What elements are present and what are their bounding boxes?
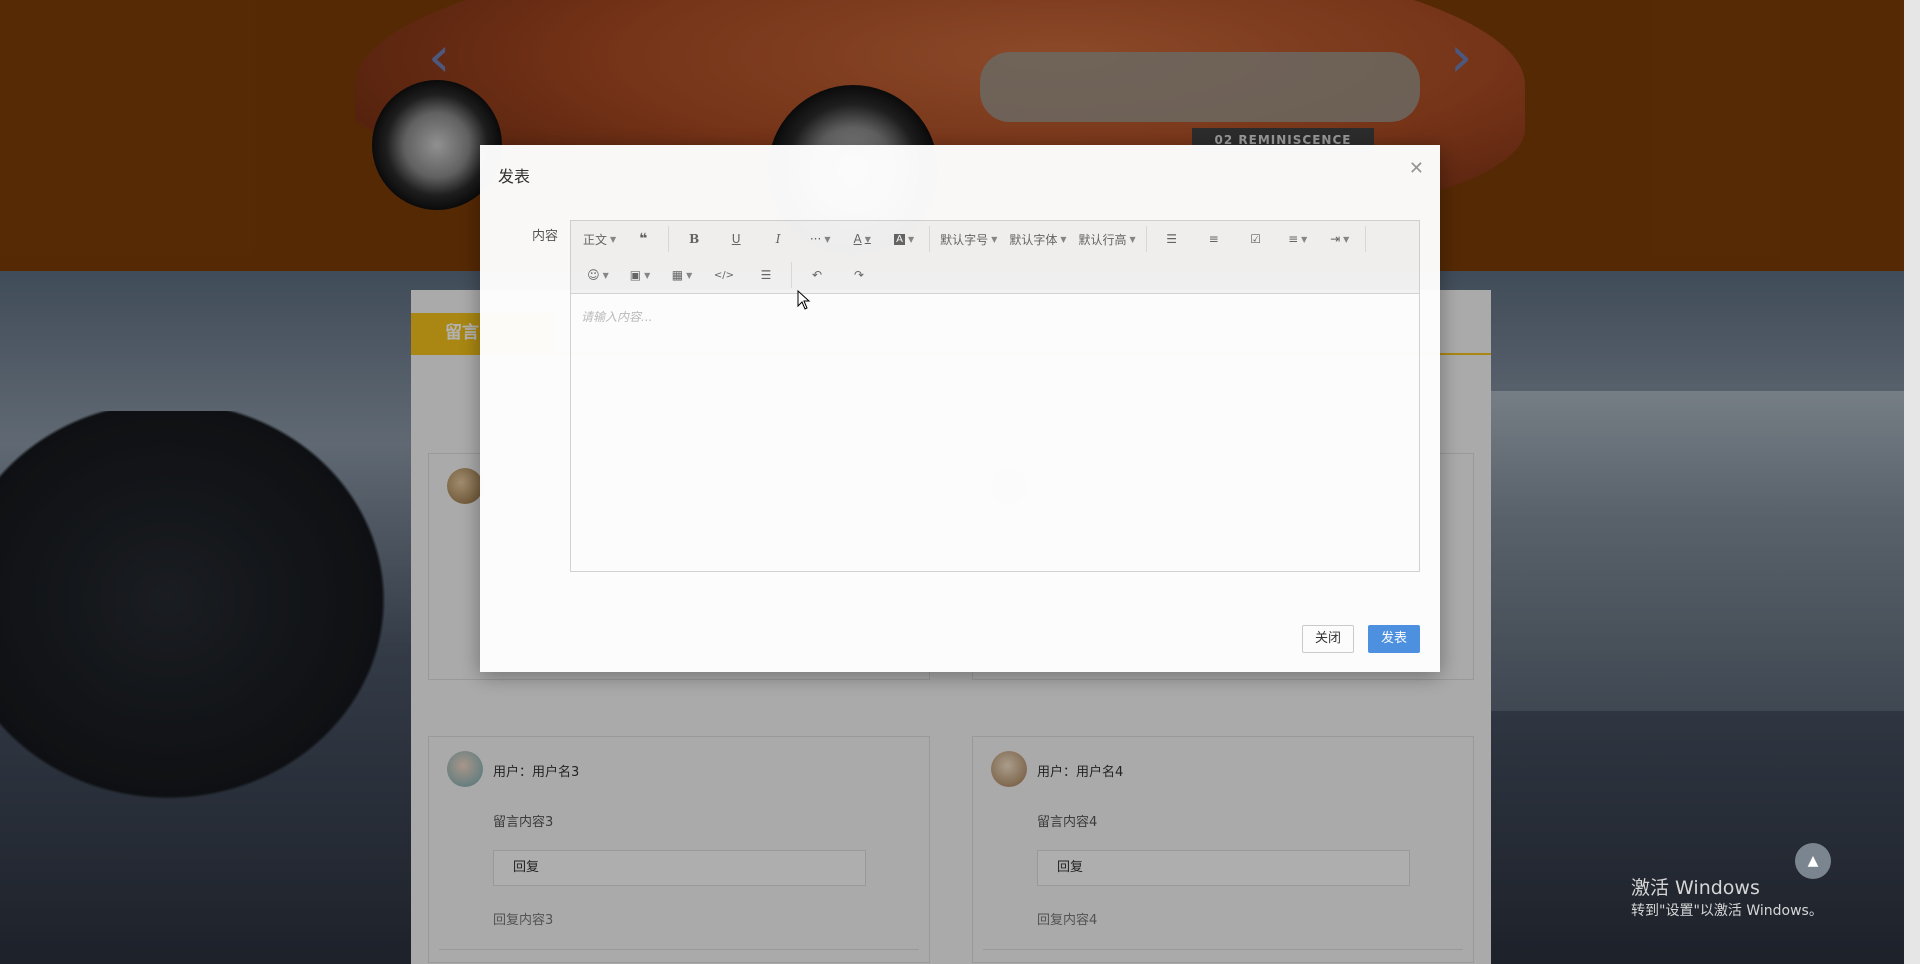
quote-icon[interactable]: ❝: [624, 226, 662, 252]
rich-text-editor: 正文 ▼ ❝ B U I ··· ▼ A ▼ A ▼ 默认字号 ▼ 默认字体 ▼ 默认行高 ▼…: [570, 220, 1420, 572]
close-icon[interactable]: ✕: [1409, 160, 1424, 178]
back-to-top-icon[interactable]: ▲: [1795, 843, 1831, 879]
paragraph-format-dropdown[interactable]: 正文 ▼: [579, 226, 620, 252]
toolbar-separator: [1145, 226, 1147, 252]
editor-placeholder: 请输入内容...: [581, 310, 653, 324]
underline-icon[interactable]: U: [717, 226, 755, 252]
editor-content-area[interactable]: 请输入内容...: [571, 294, 1419, 571]
publish-button[interactable]: 发表: [1368, 625, 1421, 653]
code-icon[interactable]: </>: [705, 262, 743, 288]
font-family-dropdown[interactable]: 默认字体 ▼: [1005, 226, 1070, 252]
dialog-title: 发表: [498, 167, 531, 186]
text-align-icon[interactable]: ≡ ▼: [1279, 226, 1317, 252]
content-label: 内容: [532, 229, 559, 244]
divider-line-icon[interactable]: ☰: [747, 262, 785, 288]
bullet-list-icon[interactable]: ☰: [1153, 226, 1191, 252]
close-button[interactable]: 关闭: [1302, 625, 1355, 653]
publish-dialog: 发表 ✕ 内容 正文 ▼ ❝ B U I ··· ▼ A ▼ A ▼ 默认字号 ▼ 默认字…: [480, 145, 1440, 672]
background-color-icon[interactable]: A ▼: [885, 226, 923, 252]
windows-activation-title: 激活 Windows: [1631, 877, 1760, 899]
toolbar-separator: [668, 226, 670, 252]
font-size-label: 默认字号: [940, 232, 989, 247]
undo-icon[interactable]: ↶: [798, 262, 836, 288]
emoji-icon[interactable]: ☺ ▼: [579, 262, 617, 288]
table-icon[interactable]: ▦ ▼: [663, 262, 701, 288]
image-icon[interactable]: ▣ ▼: [621, 262, 659, 288]
more-styles-label: ···: [809, 232, 822, 246]
windows-activation-subtitle: 转到"设置"以激活 Windows。: [1631, 903, 1823, 919]
line-height-dropdown[interactable]: 默认行高 ▼: [1075, 226, 1140, 252]
font-family-label: 默认字体: [1009, 232, 1058, 247]
paragraph-format-label: 正文: [583, 232, 608, 247]
font-size-dropdown[interactable]: 默认字号 ▼: [936, 226, 1001, 252]
toolbar-separator: [1364, 226, 1366, 252]
redo-icon[interactable]: ↷: [840, 262, 878, 288]
numbered-list-icon[interactable]: ≡: [1195, 226, 1233, 252]
line-height-label: 默认行高: [1078, 232, 1127, 247]
indent-icon[interactable]: ⇥ ▼: [1321, 226, 1359, 252]
italic-icon[interactable]: I: [759, 226, 797, 252]
bold-icon[interactable]: B: [675, 226, 713, 252]
more-styles-dropdown[interactable]: ··· ▼: [801, 226, 839, 252]
todo-checkbox-icon[interactable]: ☑: [1237, 226, 1275, 252]
font-color-icon[interactable]: A ▼: [843, 226, 881, 252]
toolbar-separator: [791, 262, 792, 288]
editor-toolbar: 正文 ▼ ❝ B U I ··· ▼ A ▼ A ▼ 默认字号 ▼ 默认字体 ▼ 默认行高 ▼…: [571, 221, 1419, 294]
toolbar-separator: [929, 226, 931, 252]
page-scrollbar[interactable]: [1904, 0, 1920, 964]
